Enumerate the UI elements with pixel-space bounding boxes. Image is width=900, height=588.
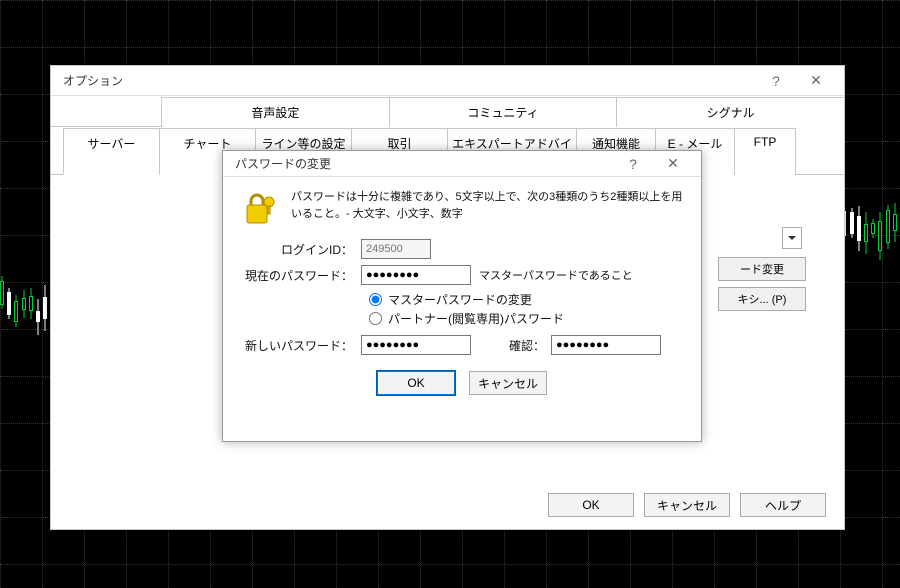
radio-master-label: マスターパスワードの変更	[388, 291, 532, 308]
tabs-upper: 音声設定 コミュニティ シグナル	[51, 96, 844, 127]
current-pw-note: マスターパスワードであること	[479, 267, 633, 283]
options-title: オプション	[63, 72, 123, 89]
login-field	[361, 239, 431, 259]
tab-server[interactable]: サーバー	[63, 128, 160, 175]
new-pw-field[interactable]	[361, 335, 471, 355]
dialog-title: パスワードの変更	[235, 155, 331, 172]
tab-ftp[interactable]: FTP	[734, 128, 796, 175]
radio-master[interactable]	[369, 293, 382, 306]
current-pw-field[interactable]	[361, 265, 471, 285]
dialog-info: パスワードは十分に複雑であり、5文字以上で、次の3種類のうち2種類以上を用いるこ…	[291, 189, 683, 229]
login-label: ログインID：	[241, 241, 361, 258]
tab-community[interactable]: コミュニティ	[389, 97, 618, 127]
ok-button[interactable]: OK	[548, 493, 634, 517]
new-pw-label: 新しいパスワード：	[241, 337, 361, 354]
dialog-titlebar: パスワードの変更 ? ✕	[223, 151, 701, 177]
help-button[interactable]: ?	[756, 67, 796, 95]
radio-partner-label: パートナー(閲覧専用)パスワード	[388, 310, 564, 327]
tab-signal[interactable]: シグナル	[616, 97, 845, 127]
dialog-cancel-button[interactable]: キャンセル	[469, 371, 547, 395]
lock-icon	[241, 189, 281, 229]
dialog-body: パスワードは十分に複雑であり、5文字以上で、次の3種類のうち2種類以上を用いるこ…	[223, 177, 701, 407]
help-button-bottom[interactable]: ヘルプ	[740, 493, 826, 517]
dialog-close-button[interactable]: ✕	[653, 150, 693, 178]
cancel-button[interactable]: キャンセル	[644, 493, 730, 517]
options-buttons: OK キャンセル ヘルプ	[548, 493, 826, 517]
close-button[interactable]: ✕	[796, 67, 836, 95]
change-password-button[interactable]: ード変更	[718, 257, 806, 281]
options-titlebar: オプション ? ✕	[51, 66, 844, 96]
dialog-buttons: OK キャンセル	[241, 371, 683, 395]
password-dialog: パスワードの変更 ? ✕ パスワードは十分に複雑であり、5文字以上で、次の3種類…	[222, 150, 702, 442]
confirm-label: 確認：	[509, 337, 545, 354]
tab-sound[interactable]: 音声設定	[161, 97, 390, 127]
server-dropdown[interactable]	[782, 227, 802, 249]
radio-partner[interactable]	[369, 312, 382, 325]
dialog-ok-button[interactable]: OK	[377, 371, 455, 395]
current-pw-label: 現在のパスワード：	[241, 267, 361, 284]
confirm-pw-field[interactable]	[551, 335, 661, 355]
proxy-button[interactable]: キシ... (P)	[718, 287, 806, 311]
dialog-help-button[interactable]: ?	[613, 150, 653, 178]
